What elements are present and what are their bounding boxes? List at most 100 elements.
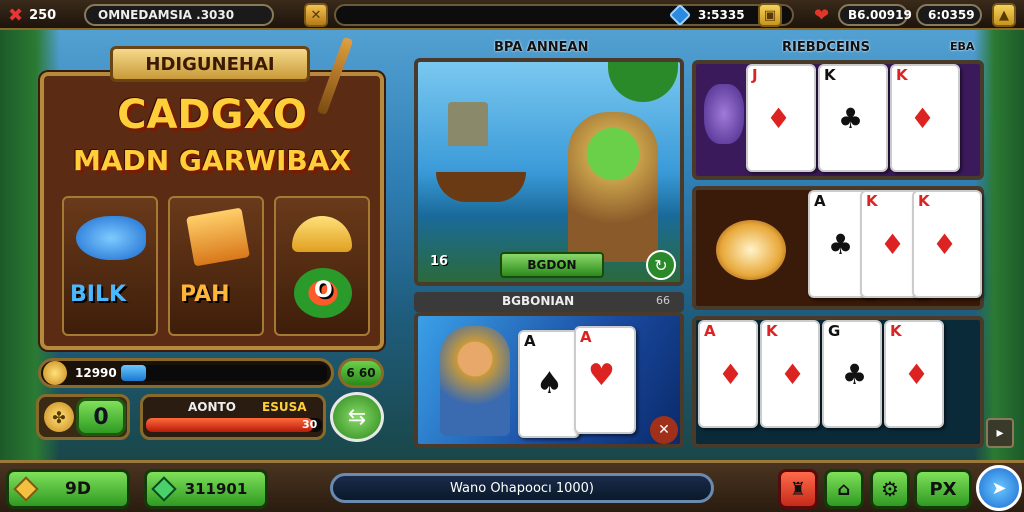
diamond-icon: ♦ bbox=[910, 102, 936, 135]
scene-bottom-frame: A ♠ A ♥ ✕ bbox=[414, 312, 684, 448]
cards-panel-title: RIEBDCEINS bbox=[782, 40, 870, 55]
card-rank: K bbox=[824, 66, 836, 84]
mid-value-button[interactable]: 311901 bbox=[144, 469, 268, 509]
swap-button[interactable]: ⇆ bbox=[330, 392, 384, 442]
reel-2: PAH bbox=[168, 196, 264, 336]
card-3-1[interactable]: A ♦ bbox=[698, 320, 758, 428]
message-text: Wano Ohapoocı 1000) bbox=[450, 480, 594, 496]
gems-display: 3:5335 bbox=[698, 4, 745, 26]
chat-button[interactable]: ➤ bbox=[976, 465, 1022, 511]
arrow-right-icon: ▸ bbox=[996, 425, 1004, 441]
scene-bottom-title: BGBONIAN bbox=[502, 294, 575, 308]
card-1-1[interactable]: J ♦ bbox=[746, 64, 816, 172]
home-button[interactable]: ⌂ bbox=[824, 469, 864, 509]
hearts-display: ❤ bbox=[814, 4, 835, 26]
left-value-label: 9D bbox=[65, 479, 91, 499]
club-icon: ♣ bbox=[842, 358, 868, 391]
lives-display: ✖ 250 bbox=[8, 4, 56, 26]
gear-icon: ⚙ bbox=[881, 477, 899, 501]
swap-arrows-icon: ⇆ bbox=[347, 404, 367, 430]
clover-icon: ✤ bbox=[44, 402, 74, 432]
card-2-3[interactable]: K ♦ bbox=[912, 190, 982, 298]
card-rank: G bbox=[828, 322, 841, 340]
slot-banner-label: HDIGUNEHAI bbox=[145, 53, 275, 75]
scene-top-action-button[interactable]: BGDON bbox=[500, 252, 604, 278]
counter-button[interactable]: 0 bbox=[76, 398, 126, 436]
card-rank: K bbox=[866, 192, 878, 210]
diamond-icon: ♦ bbox=[718, 358, 744, 391]
card-rank: K bbox=[766, 322, 778, 340]
diamond-icon: ♦ bbox=[904, 358, 930, 391]
card-1-3[interactable]: K ♦ bbox=[890, 64, 960, 172]
card-1-2[interactable]: K ♣ bbox=[818, 64, 888, 172]
coin-meter-fill bbox=[121, 365, 146, 381]
soldier-icon: ♜ bbox=[789, 478, 807, 500]
gold-gem-icon bbox=[13, 476, 39, 502]
meter-right-badge[interactable]: 6 60 bbox=[338, 358, 384, 388]
home-icon: ⌂ bbox=[837, 478, 851, 500]
progress-track bbox=[146, 418, 322, 432]
reel-1: BILK bbox=[62, 196, 158, 336]
progress-fill bbox=[146, 418, 314, 432]
top-bar: ✖ 250 OMNEDAMSIA .3030 ✕ 3:5335 ▣ ❤ B6.0… bbox=[0, 0, 1024, 30]
next-arrow-button[interactable]: ▸ bbox=[986, 418, 1014, 448]
card-rank: K bbox=[890, 322, 902, 340]
card-3-3[interactable]: G ♣ bbox=[822, 320, 882, 428]
card-rank: K bbox=[918, 192, 930, 210]
hearts-value: B6.00919 bbox=[848, 8, 912, 22]
card-3-2[interactable]: K ♦ bbox=[760, 320, 820, 428]
hearts-icon: ♥ bbox=[588, 358, 615, 393]
goblin-character bbox=[568, 112, 658, 262]
message-bar: Wano Ohapoocı 1000) bbox=[330, 473, 714, 503]
reel-3-symbol: O bbox=[314, 278, 333, 303]
unit-button[interactable]: ♜ bbox=[778, 469, 818, 509]
shop-button[interactable]: ▲ bbox=[992, 3, 1016, 27]
temple-icon bbox=[448, 102, 488, 146]
treasure-icon bbox=[716, 220, 786, 280]
fish-icon bbox=[76, 216, 146, 260]
mid-value-label: 311901 bbox=[184, 480, 248, 498]
card-spade-ace[interactable]: A ♠ bbox=[518, 330, 580, 438]
card-rank: K bbox=[896, 66, 908, 84]
reel-2-symbol: PAH bbox=[180, 282, 230, 307]
card-3-4[interactable]: K ♦ bbox=[884, 320, 944, 428]
coins-value: 6:0359 bbox=[928, 8, 975, 22]
tools-icon: ✕ bbox=[310, 7, 322, 23]
scene-top-title: BPA ANNEAN bbox=[494, 40, 589, 55]
diamond-icon: ♦ bbox=[780, 358, 806, 391]
slot-title-line2: MADN GARWIBAX bbox=[72, 144, 352, 177]
diamond-icon: ♦ bbox=[766, 102, 792, 135]
scene-bottom-close-button[interactable]: ✕ bbox=[650, 416, 678, 444]
card-heart-ace[interactable]: A ♥ bbox=[574, 326, 636, 434]
bottom-bar: 9D 311901 Wano Ohapoocı 1000) ♜ ⌂ ⚙ PX ➤ bbox=[0, 460, 1024, 512]
card-rank: A bbox=[580, 328, 592, 346]
refresh-button[interactable]: ↻ bbox=[646, 250, 676, 280]
px-label: PX bbox=[929, 478, 957, 500]
card-rank: J bbox=[752, 66, 758, 84]
card-rank: A bbox=[704, 322, 716, 340]
hearts-pill: B6.00919 bbox=[838, 4, 912, 26]
progress-value: 30 bbox=[302, 418, 318, 431]
progress-right-label: ESUSA bbox=[262, 400, 307, 414]
card-rank: A bbox=[814, 192, 826, 210]
title-pill: OMNEDAMSIA .3030 bbox=[84, 4, 274, 26]
boat-icon bbox=[436, 172, 526, 202]
left-value-button[interactable]: 9D bbox=[6, 469, 130, 509]
reel-3: O bbox=[274, 196, 370, 336]
palm-icon bbox=[608, 62, 678, 102]
refresh-icon: ↻ bbox=[654, 255, 668, 275]
scene-top-button-label: BGDON bbox=[527, 258, 577, 272]
close-icon: ✕ bbox=[658, 422, 670, 438]
coins-pill: 6:0359 bbox=[916, 4, 982, 26]
px-button[interactable]: PX bbox=[914, 469, 972, 509]
crossed-tools-button[interactable]: ✕ bbox=[304, 3, 328, 27]
settings-button[interactable]: ⚙ bbox=[870, 469, 910, 509]
scene-top-level: 16 bbox=[430, 254, 449, 269]
scene-bottom-corner: 66 bbox=[656, 294, 670, 307]
green-gem-icon bbox=[151, 476, 177, 502]
diamond-icon: ♦ bbox=[880, 228, 906, 261]
diamond-icon: ♦ bbox=[932, 228, 958, 261]
meter-right-value: 6 60 bbox=[346, 366, 376, 380]
add-gems-button[interactable]: ▣ bbox=[758, 3, 782, 27]
reel-1-symbol: BILK bbox=[70, 282, 127, 307]
